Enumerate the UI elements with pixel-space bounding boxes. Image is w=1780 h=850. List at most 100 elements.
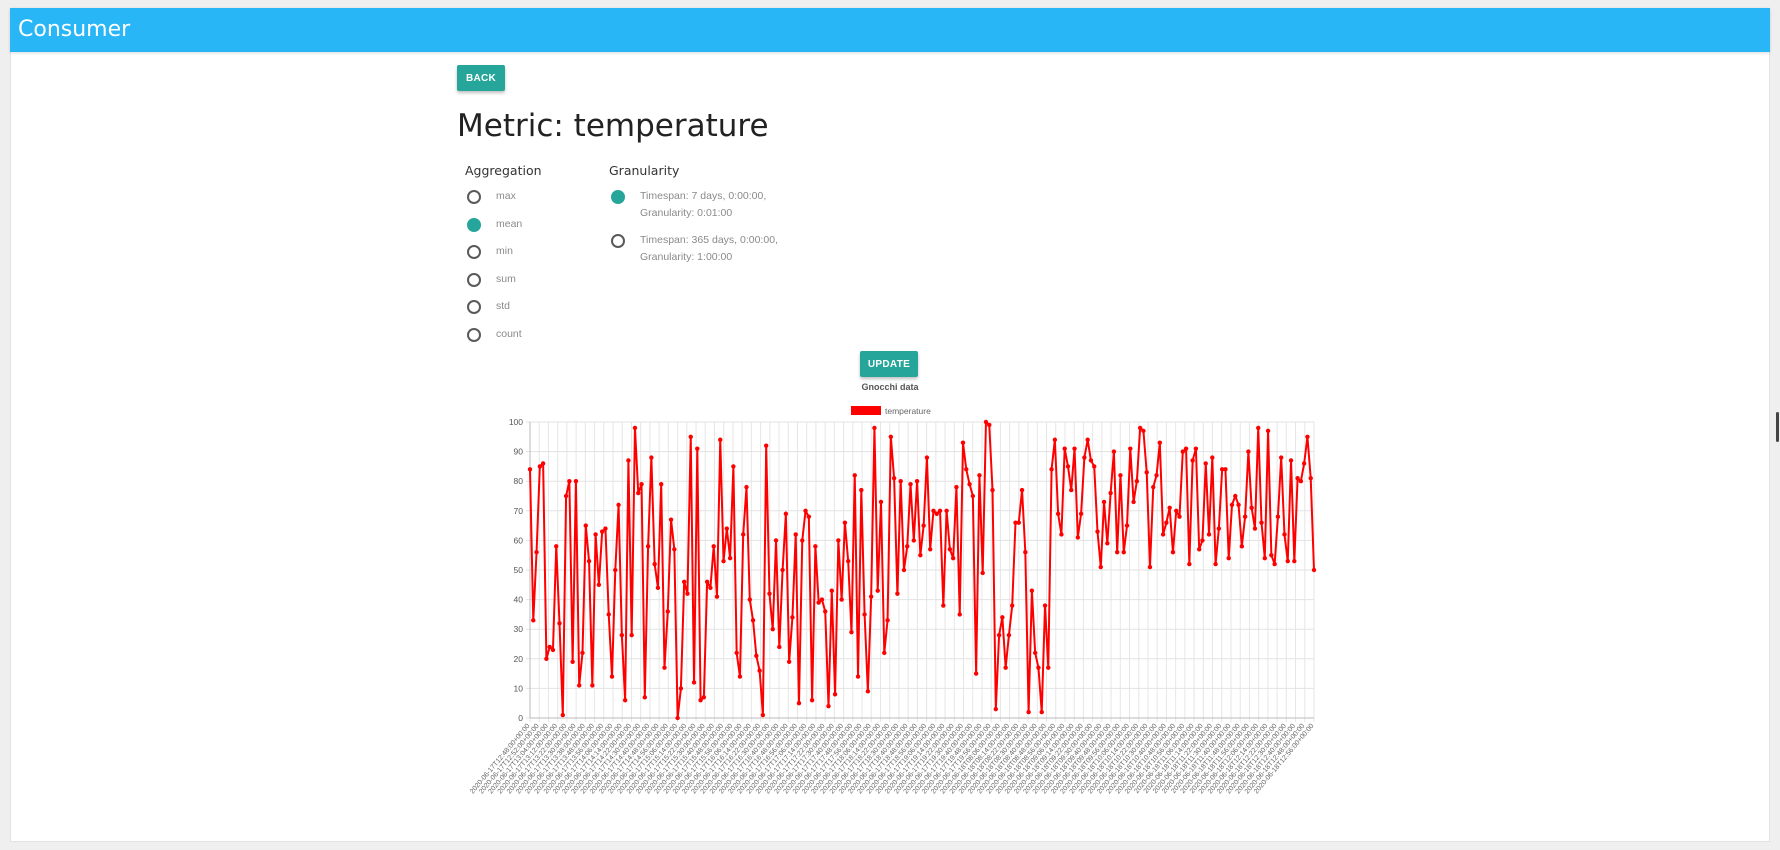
data-point <box>1134 479 1140 484</box>
data-point <box>1059 532 1064 537</box>
data-point <box>665 609 670 614</box>
data-point <box>1118 473 1123 478</box>
data-point <box>1095 529 1100 534</box>
data-point <box>888 434 894 439</box>
data-point <box>1147 564 1153 570</box>
data-point <box>1213 561 1218 567</box>
data-point <box>983 419 989 425</box>
data-point <box>1233 493 1238 499</box>
data-point <box>757 668 762 673</box>
data-point <box>1229 502 1235 508</box>
data-point <box>540 461 546 466</box>
data-point <box>672 547 677 552</box>
data-point <box>567 479 572 484</box>
data-point <box>1039 709 1044 715</box>
data-point <box>1275 514 1281 519</box>
data-point <box>708 585 713 590</box>
data-point <box>1288 458 1294 463</box>
data-point <box>845 558 851 564</box>
data-point <box>895 591 900 596</box>
data-point <box>754 653 759 659</box>
data-point <box>809 698 815 703</box>
data-point <box>908 481 913 487</box>
data-point <box>1082 455 1087 460</box>
data-point <box>606 612 611 617</box>
scrollbar-handle[interactable] <box>1776 412 1779 442</box>
data-point <box>905 544 910 549</box>
data-point <box>590 683 595 688</box>
data-point <box>970 493 976 499</box>
data-point <box>577 683 582 688</box>
data-point <box>1311 567 1317 573</box>
data-point <box>1154 473 1159 478</box>
data-point <box>1098 564 1103 570</box>
data-point <box>1272 561 1277 567</box>
data-point <box>741 532 746 537</box>
data-point <box>662 665 667 670</box>
data-point <box>718 437 723 442</box>
data-point <box>714 594 720 599</box>
y-tick-label: 20 <box>514 654 524 664</box>
data-point <box>1019 487 1025 493</box>
data-point <box>1226 555 1231 561</box>
data-point <box>770 627 775 632</box>
data-point <box>1065 464 1071 469</box>
data-point <box>721 558 726 564</box>
data-point <box>960 440 966 445</box>
data-point <box>636 490 641 496</box>
data-point <box>1124 523 1130 528</box>
data-point <box>563 493 569 499</box>
data-point <box>1114 550 1120 555</box>
data-point <box>793 532 798 537</box>
data-point <box>1141 428 1146 434</box>
data-point <box>1108 490 1113 496</box>
data-point <box>852 473 857 478</box>
data-point <box>1206 532 1212 537</box>
data-point <box>668 517 674 522</box>
y-tick-label: 10 <box>514 683 524 693</box>
data-point <box>1262 555 1267 561</box>
data-point <box>1298 479 1304 484</box>
data-point <box>786 659 792 664</box>
data-point <box>1006 632 1012 638</box>
data-point <box>655 585 661 590</box>
data-point <box>901 567 907 573</box>
data-point <box>609 674 615 679</box>
data-point <box>836 538 841 543</box>
y-tick-label: 60 <box>514 535 524 545</box>
data-point <box>859 487 864 493</box>
data-point <box>1259 520 1264 525</box>
data-point <box>1200 538 1205 543</box>
data-point <box>1029 588 1035 593</box>
data-point <box>711 544 716 549</box>
data-point <box>813 544 818 549</box>
data-point <box>957 612 962 617</box>
data-point <box>1196 547 1202 552</box>
data-point <box>898 479 903 484</box>
data-point <box>596 582 602 587</box>
data-point <box>816 600 821 605</box>
data-point <box>1242 514 1248 519</box>
data-point <box>780 567 785 573</box>
data-point <box>531 618 536 623</box>
data-point <box>747 597 752 602</box>
data-point <box>849 629 854 635</box>
data-point <box>1075 535 1081 540</box>
data-point <box>1210 455 1215 460</box>
data-point <box>557 621 562 626</box>
data-point <box>701 695 707 700</box>
data-point <box>750 618 756 623</box>
y-tick-label: 70 <box>514 506 524 516</box>
data-point <box>950 555 956 561</box>
data-point <box>1049 467 1054 472</box>
data-point <box>964 467 969 472</box>
data-point <box>1026 709 1031 715</box>
data-point <box>1249 505 1254 511</box>
data-point <box>1167 505 1172 511</box>
data-point <box>1252 526 1258 531</box>
data-point <box>760 712 766 718</box>
y-tick-label: 0 <box>518 713 523 723</box>
data-point <box>944 508 949 513</box>
data-point <box>918 553 923 558</box>
y-tick-label: 100 <box>509 417 523 427</box>
